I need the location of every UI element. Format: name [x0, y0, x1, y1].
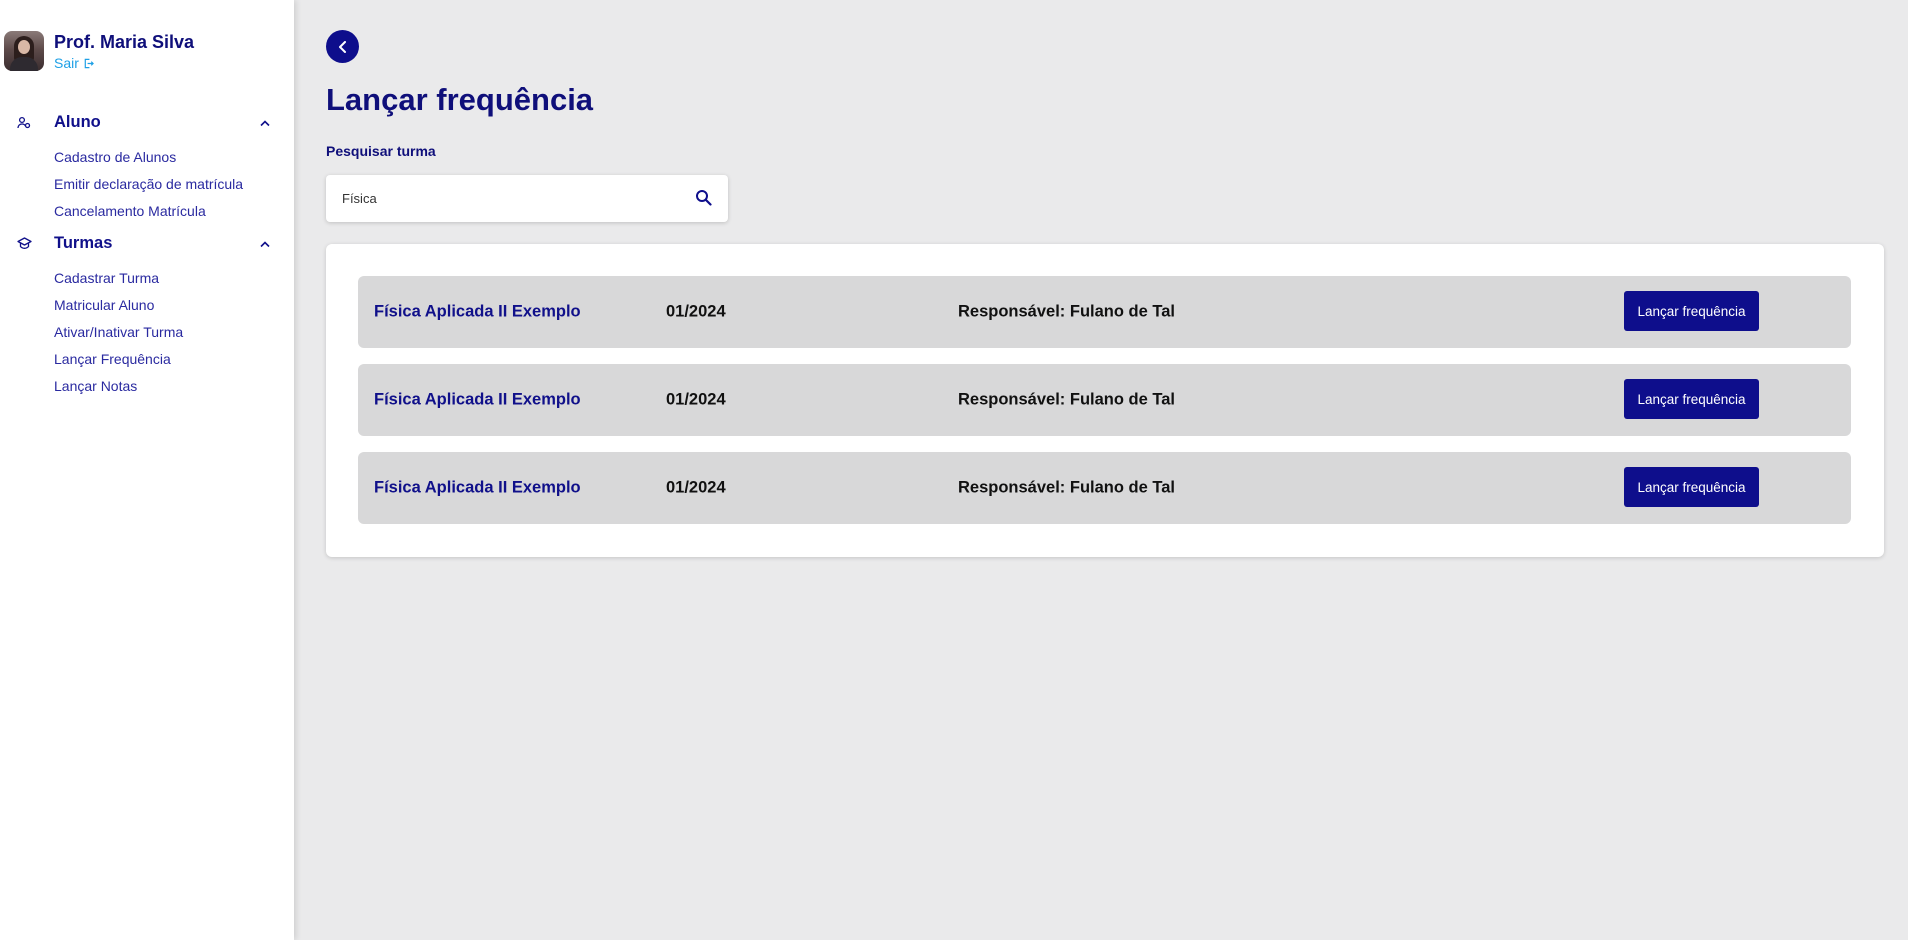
sidebar-section-label: Aluno [54, 113, 101, 131]
launch-attendance-button[interactable]: Lançar frequência [1624, 467, 1759, 507]
sidebar-item-cancelamento-matricula[interactable]: Cancelamento Matrícula [54, 203, 206, 219]
logout-label: Sair [54, 55, 79, 71]
sidebar-item-lancar-notas[interactable]: Lançar Notas [54, 378, 137, 394]
sidebar-item-ativar-inativar-turma[interactable]: Ativar/Inativar Turma [54, 324, 183, 340]
class-period: 01/2024 [666, 390, 726, 409]
sidebar-item-matricular-aluno[interactable]: Matricular Aluno [54, 297, 154, 313]
class-name: Física Aplicada II Exemplo [374, 478, 581, 497]
class-responsible: Responsável: Fulano de Tal [958, 390, 1175, 409]
search-label: Pesquisar turma [326, 143, 436, 159]
user-profile: Prof. Maria Silva Sair [4, 31, 194, 71]
launch-attendance-button[interactable]: Lançar frequência [1624, 379, 1759, 419]
page-title: Lançar frequência [326, 82, 594, 117]
avatar [4, 31, 44, 71]
user-name: Prof. Maria Silva [54, 32, 195, 52]
sidebar-item-emitir-declaracao[interactable]: Emitir declaração de matrícula [54, 176, 243, 192]
class-responsible: Responsável: Fulano de Tal [958, 302, 1175, 321]
search-input[interactable] [326, 175, 686, 222]
search-field [326, 175, 728, 222]
class-row: Física Aplicada II Exemplo 01/2024 Respo… [358, 452, 1851, 524]
sidebar-item-cadastro-alunos[interactable]: Cadastro de Alunos [54, 149, 176, 165]
launch-attendance-button[interactable]: Lançar frequência [1624, 291, 1759, 331]
users-icon [16, 115, 32, 131]
class-row: Física Aplicada II Exemplo 01/2024 Respo… [358, 364, 1851, 436]
sidebar-section-turmas[interactable]: Turmas [16, 234, 270, 253]
main-content: Lançar frequência Pesquisar turma Física… [294, 0, 1908, 940]
class-period: 01/2024 [666, 478, 726, 497]
class-period: 01/2024 [666, 302, 726, 321]
chevron-up-icon [260, 240, 270, 247]
search-icon[interactable] [695, 189, 712, 211]
chevron-up-icon [260, 119, 270, 126]
chevron-left-icon [338, 40, 346, 53]
sidebar: Prof. Maria Silva Sair Aluno Cadastro de… [0, 0, 294, 940]
class-name: Física Aplicada II Exemplo [374, 390, 581, 409]
sidebar-section-aluno[interactable]: Aluno [16, 113, 270, 132]
class-responsible: Responsável: Fulano de Tal [958, 478, 1175, 497]
class-row: Física Aplicada II Exemplo 01/2024 Respo… [358, 276, 1851, 348]
sidebar-item-lancar-frequencia[interactable]: Lançar Frequência [54, 351, 171, 367]
graduation-cap-icon [16, 236, 32, 252]
results-card: Física Aplicada II Exemplo 01/2024 Respo… [326, 244, 1884, 557]
logout-icon [84, 58, 94, 68]
back-button[interactable] [326, 30, 359, 63]
logout-link[interactable]: Sair [54, 55, 194, 71]
class-name: Física Aplicada II Exemplo [374, 302, 581, 321]
sidebar-section-label: Turmas [54, 234, 113, 252]
sidebar-item-cadastrar-turma[interactable]: Cadastrar Turma [54, 270, 159, 286]
